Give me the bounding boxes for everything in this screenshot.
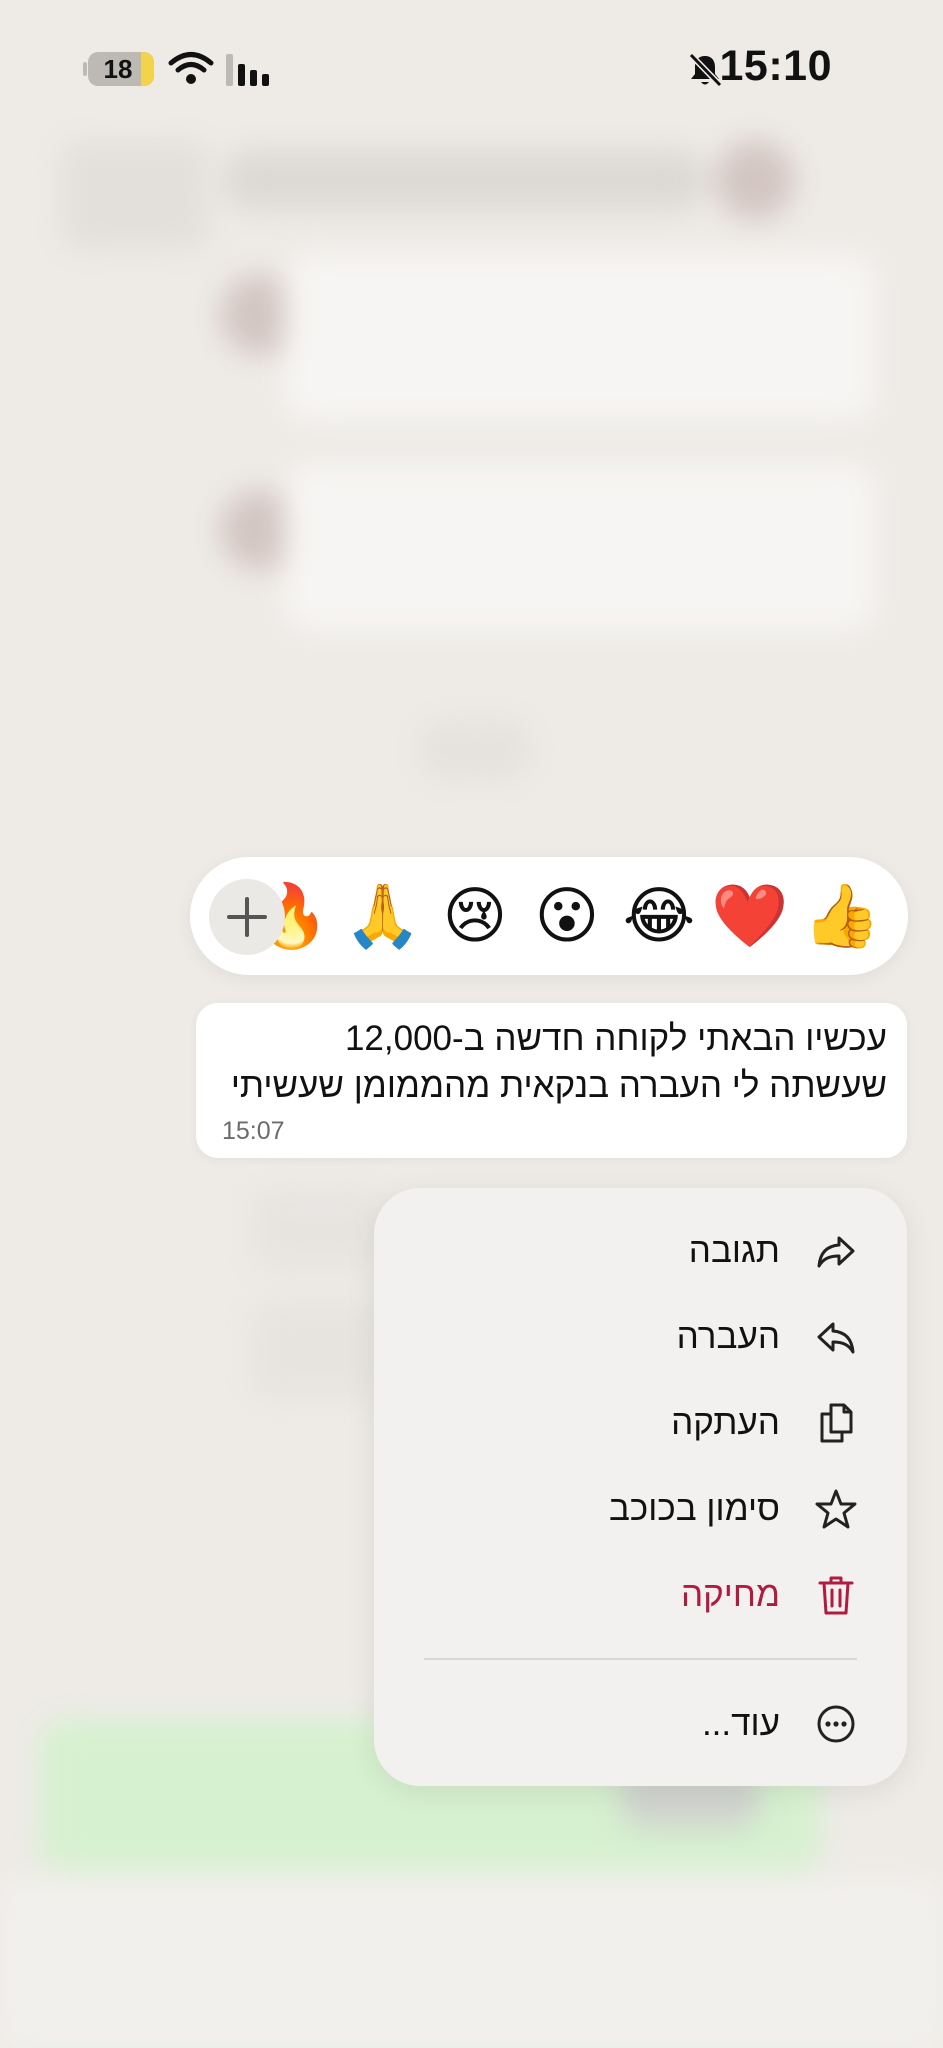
star-icon [815, 1489, 857, 1529]
reaction-bar: 👍 ❤️ 😂 😮 😢 🙏 🔥 [190, 857, 908, 975]
menu-item-copy[interactable]: העתקה [374, 1380, 907, 1466]
battery-tip [83, 62, 87, 76]
message-context-menu: תגובה העברה העתקה סימון בכוכב מחיקה עוד.… [374, 1188, 907, 1786]
reaction-laughing[interactable]: 😂 [620, 879, 698, 953]
copy-icon [820, 1403, 853, 1443]
menu-item-more[interactable]: עוד... [374, 1681, 907, 1767]
menu-label-reply: תגובה [688, 1231, 780, 1270]
message-line-1: עכשיו הבאתי לקוחה חדשה ב-12,000 [344, 1019, 887, 1058]
message-text: עכשיו הבאתי לקוחה חדשה ב-12,000 שעשתה לי… [216, 1015, 887, 1109]
menu-item-forward[interactable]: העברה [374, 1294, 907, 1380]
more-icon [817, 1705, 855, 1743]
menu-item-reply[interactable]: תגובה [374, 1208, 907, 1294]
reaction-thumbs-up[interactable]: 👍 [803, 879, 881, 953]
battery-level: 18 [103, 54, 133, 84]
menu-label-star: סימון בכוכב [608, 1489, 780, 1528]
reaction-crying[interactable]: 😢 [436, 879, 514, 953]
message-bubble[interactable]: עכשיו הבאתי לקוחה חדשה ב-12,000 שעשתה לי… [196, 1003, 907, 1158]
signal-icon [226, 54, 269, 86]
menu-label-delete: מחיקה [680, 1575, 780, 1614]
menu-item-star[interactable]: סימון בכוכב [374, 1466, 907, 1552]
forward-arrow-icon [817, 1322, 855, 1354]
wifi-icon [168, 52, 214, 84]
menu-label-more: עוד... [701, 1704, 780, 1743]
menu-item-delete[interactable]: מחיקה [374, 1552, 907, 1638]
add-reaction-button[interactable] [209, 879, 285, 955]
trash-icon [818, 1576, 854, 1615]
plus-icon [227, 897, 267, 937]
reaction-surprised[interactable]: 😮 [528, 879, 606, 953]
status-time: 15:10 [719, 42, 832, 90]
menu-label-copy: העתקה [671, 1403, 780, 1442]
battery-icon: 18 [88, 52, 154, 86]
reply-arrow-icon [817, 1236, 855, 1268]
status-bar: 18 15:10 [0, 0, 943, 140]
mute-bell-icon [688, 52, 723, 88]
reaction-heart[interactable]: ❤️ [711, 879, 789, 953]
message-timestamp: 15:07 [222, 1117, 285, 1145]
menu-divider [424, 1658, 857, 1660]
menu-label-forward: העברה [676, 1317, 780, 1356]
reaction-pray[interactable]: 🙏 [344, 879, 422, 953]
message-line-2: שעשתה לי העברה בנקאית מהממומן שעשיתי [230, 1066, 887, 1105]
